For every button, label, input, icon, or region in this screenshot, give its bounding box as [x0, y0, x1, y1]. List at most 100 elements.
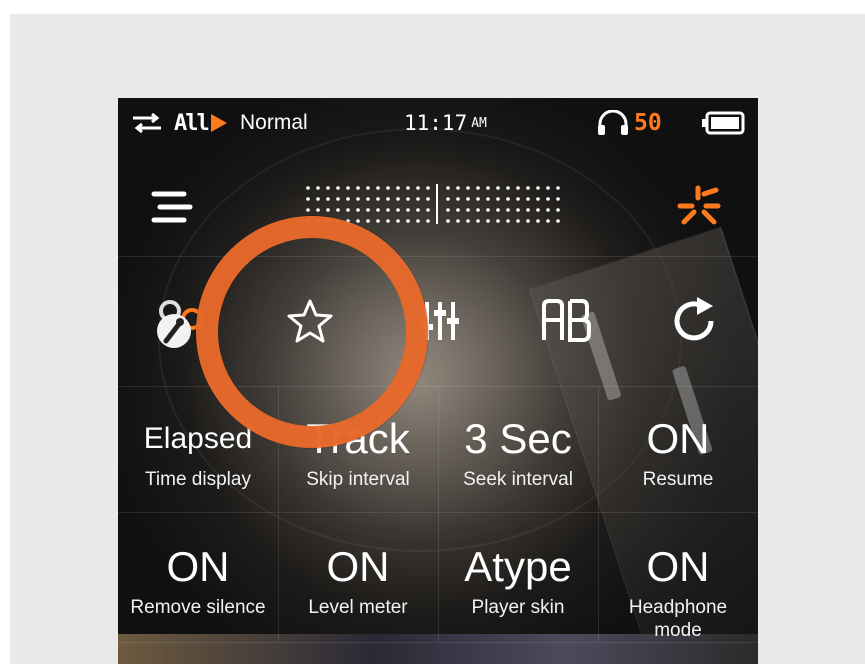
meter-dot	[546, 197, 550, 201]
ab-repeat-icon[interactable]	[536, 293, 596, 349]
meter-dot	[496, 219, 500, 223]
volume-level: 50	[634, 110, 662, 136]
setting-label: Resume	[642, 469, 714, 490]
meter-dot	[346, 208, 350, 212]
brand-logo-icon[interactable]	[674, 184, 724, 228]
meter-dot	[406, 197, 410, 201]
meter-dot	[456, 219, 460, 223]
divider	[118, 642, 758, 643]
meter-dot	[536, 197, 540, 201]
meter-dot	[526, 186, 530, 190]
meter-dot	[376, 219, 380, 223]
meter-dot	[526, 219, 530, 223]
meter-dot	[326, 197, 330, 201]
play-icon	[210, 108, 228, 138]
status-bar: All Normal 11:17 AM 50	[118, 98, 758, 152]
setting-value: ON	[646, 543, 710, 590]
meter-dot	[386, 186, 390, 190]
meter-dot	[486, 219, 490, 223]
meter-dot	[556, 197, 560, 201]
setting-label: Time display	[145, 469, 251, 490]
meter-dot	[526, 197, 530, 201]
repeat-mode-label: All	[174, 110, 210, 136]
meter-dot	[346, 186, 350, 190]
meter-dot	[486, 197, 490, 201]
setting-level-meter[interactable]: ON Level meter	[278, 544, 438, 619]
meter-dot	[516, 186, 520, 190]
setting-value: Atype	[464, 543, 572, 590]
meter-dot	[356, 186, 360, 190]
meter-dot	[356, 197, 360, 201]
meter-dot	[386, 208, 390, 212]
meter-dot	[426, 208, 430, 212]
meter-dot	[416, 197, 420, 201]
meter-dot	[366, 208, 370, 212]
setting-label: Remove silence	[130, 597, 266, 618]
meter-dot	[406, 208, 410, 212]
meter-dot	[406, 186, 410, 190]
setting-label: Player skin	[471, 597, 565, 618]
meter-dot	[376, 208, 380, 212]
meter-dot	[476, 219, 480, 223]
meter-dot	[466, 208, 470, 212]
meter-dot	[396, 219, 400, 223]
meter-dot	[366, 186, 370, 190]
setting-label: Seek interval	[463, 469, 573, 490]
meter-dot	[476, 197, 480, 201]
meter-dot	[356, 208, 360, 212]
meter-dot	[456, 197, 460, 201]
meter-dot	[306, 197, 310, 201]
setting-label: Skip interval	[306, 469, 410, 490]
meter-dot	[486, 208, 490, 212]
setting-label: Level meter	[308, 597, 408, 618]
setting-player-skin[interactable]: Atype Player skin	[438, 544, 598, 619]
meter-dot	[516, 197, 520, 201]
battery-icon	[701, 108, 745, 138]
meter-dot	[306, 208, 310, 212]
meter-dot	[536, 208, 540, 212]
meter-dot	[556, 208, 560, 212]
clock: 11:17 AM	[404, 108, 487, 138]
refresh-icon[interactable]	[664, 293, 724, 349]
clock-ampm: AM	[471, 115, 487, 131]
meter-dot	[526, 208, 530, 212]
meter-dot	[316, 197, 320, 201]
setting-remove-silence[interactable]: ON Remove silence	[118, 544, 278, 619]
meter-dot	[556, 186, 560, 190]
meter-dot	[376, 186, 380, 190]
meter-dot	[546, 219, 550, 223]
setting-seek-interval[interactable]: 3 Sec Seek interval	[438, 416, 598, 491]
repeat-icon	[132, 108, 162, 138]
menu-icon[interactable]	[146, 190, 196, 224]
setting-headphone-mode[interactable]: ON Headphone mode	[598, 544, 758, 642]
device-screen: All Normal 11:17 AM 50 Elapsed Time disp…	[118, 98, 758, 664]
meter-dot	[426, 197, 430, 201]
meter-dot	[336, 197, 340, 201]
meter-dot	[396, 197, 400, 201]
meter-dot	[316, 208, 320, 212]
meter-dot	[426, 219, 430, 223]
meter-dot	[536, 219, 540, 223]
meter-dot	[516, 219, 520, 223]
meter-dot	[476, 208, 480, 212]
meter-dot	[456, 208, 460, 212]
meter-dot	[336, 208, 340, 212]
meter-dot	[496, 208, 500, 212]
meter-dot	[366, 197, 370, 201]
meter-dot	[516, 208, 520, 212]
meter-dot	[466, 219, 470, 223]
meter-dot	[506, 208, 510, 212]
meter-dot	[546, 208, 550, 212]
setting-resume[interactable]: ON Resume	[598, 416, 758, 491]
meter-dot	[446, 208, 450, 212]
meter-center-bar	[436, 184, 438, 224]
meter-dot	[396, 208, 400, 212]
setting-label: Headphone mode	[628, 597, 728, 641]
meter-dot	[326, 186, 330, 190]
meter-dot	[346, 197, 350, 201]
meter-dot	[426, 186, 430, 190]
meter-dot	[496, 197, 500, 201]
meter-dot	[536, 186, 540, 190]
setting-value: ON	[646, 415, 710, 462]
play-mode-label: Normal	[240, 111, 308, 134]
